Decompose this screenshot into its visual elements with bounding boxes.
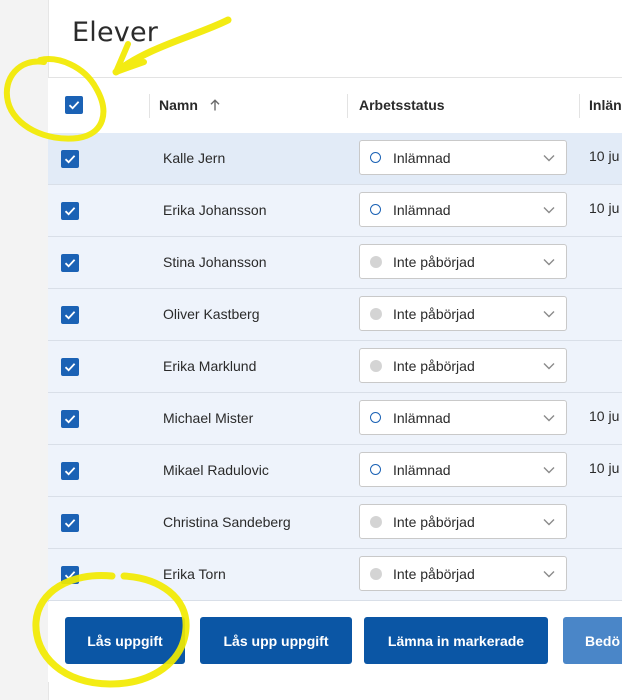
work-status-value: Inte påbörjad	[393, 358, 475, 374]
row-checkbox[interactable]	[61, 358, 79, 376]
row-checkbox[interactable]	[61, 254, 79, 272]
work-status-select[interactable]: Inte påbörjad	[359, 348, 567, 383]
column-header-submitted[interactable]: Inlän	[589, 97, 622, 113]
submitted-date: 10 ju	[589, 460, 620, 476]
checkmark-icon	[64, 415, 76, 424]
row-checkbox[interactable]	[61, 202, 79, 220]
student-name[interactable]: Christina Sandeberg	[163, 514, 291, 530]
grade-button[interactable]: Bedö	[563, 617, 622, 664]
page-title: Elever	[72, 17, 159, 48]
row-checkbox[interactable]	[61, 514, 79, 532]
student-name[interactable]: Kalle Jern	[163, 150, 225, 166]
checkmark-icon	[64, 259, 76, 268]
column-divider	[579, 94, 580, 118]
column-divider	[347, 94, 348, 118]
student-name[interactable]: Oliver Kastberg	[163, 306, 259, 322]
chevron-down-icon	[543, 207, 555, 214]
table-row[interactable]: Erika Johansson Inlämnad 10 ju	[48, 185, 622, 237]
gray-dot-icon	[370, 516, 382, 528]
circle-outline-icon	[370, 204, 381, 215]
checkmark-icon	[64, 519, 76, 528]
chevron-down-icon	[543, 415, 555, 422]
circle-outline-icon	[370, 412, 381, 423]
checkmark-icon	[64, 571, 76, 580]
chevron-down-icon	[543, 155, 555, 162]
lock-assignment-button[interactable]: Lås uppgift	[65, 617, 185, 664]
work-status-value: Inlämnad	[393, 150, 451, 166]
work-status-select[interactable]: Inlämnad	[359, 192, 567, 227]
checkmark-icon	[64, 207, 76, 216]
row-checkbox[interactable]	[61, 306, 79, 324]
student-name[interactable]: Erika Torn	[163, 566, 226, 582]
checkmark-icon	[64, 467, 76, 476]
chevron-down-icon	[543, 571, 555, 578]
student-name[interactable]: Michael Mister	[163, 410, 253, 426]
submitted-date: 10 ju	[589, 200, 620, 216]
circle-outline-icon	[370, 464, 381, 475]
circle-outline-icon	[370, 152, 381, 163]
student-name[interactable]: Erika Johansson	[163, 202, 267, 218]
row-checkbox[interactable]	[61, 150, 79, 168]
table-row[interactable]: Oliver Kastberg Inte påbörjad	[48, 289, 622, 341]
table-row[interactable]: Michael Mister Inlämnad 10 ju	[48, 393, 622, 445]
table-row[interactable]: Stina Johansson Inte påbörjad	[48, 237, 622, 289]
table-header: Namn Arbetsstatus Inlän	[48, 77, 622, 135]
student-name[interactable]: Mikael Radulovic	[163, 462, 269, 478]
table-row[interactable]: Kalle Jern Inlämnad 10 ju	[48, 133, 622, 185]
column-header-name[interactable]: Namn	[159, 97, 198, 113]
submitted-date: 10 ju	[589, 148, 620, 164]
work-status-select[interactable]: Inte påbörjad	[359, 296, 567, 331]
table-row[interactable]: Mikael Radulovic Inlämnad 10 ju	[48, 445, 622, 497]
chevron-down-icon	[543, 467, 555, 474]
work-status-value: Inlämnad	[393, 462, 451, 478]
unlock-assignment-button[interactable]: Lås upp uppgift	[200, 617, 352, 664]
row-checkbox[interactable]	[61, 410, 79, 428]
chevron-down-icon	[543, 519, 555, 526]
work-status-select[interactable]: Inte påbörjad	[359, 556, 567, 591]
work-status-select[interactable]: Inte påbörjad	[359, 244, 567, 279]
submit-selected-button[interactable]: Lämna in markerade	[364, 617, 548, 664]
gray-dot-icon	[370, 568, 382, 580]
work-status-value: Inte påbörjad	[393, 566, 475, 582]
checkmark-icon	[68, 101, 80, 110]
chevron-down-icon	[543, 259, 555, 266]
work-status-value: Inlämnad	[393, 202, 451, 218]
row-checkbox[interactable]	[61, 566, 79, 584]
column-divider	[149, 94, 150, 118]
table-row[interactable]: Erika Marklund Inte påbörjad	[48, 341, 622, 393]
table-row[interactable]: Erika Torn Inte påbörjad	[48, 549, 622, 601]
work-status-select[interactable]: Inlämnad	[359, 452, 567, 487]
work-status-select[interactable]: Inlämnad	[359, 400, 567, 435]
submitted-date: 10 ju	[589, 408, 620, 424]
gray-dot-icon	[370, 360, 382, 372]
checkmark-icon	[64, 363, 76, 372]
row-checkbox[interactable]	[61, 462, 79, 480]
work-status-value: Inte påbörjad	[393, 254, 475, 270]
gray-dot-icon	[370, 256, 382, 268]
gray-dot-icon	[370, 308, 382, 320]
table-row[interactable]: Christina Sandeberg Inte påbörjad	[48, 497, 622, 549]
student-name[interactable]: Erika Marklund	[163, 358, 256, 374]
work-status-value: Inte påbörjad	[393, 306, 475, 322]
select-all-checkbox[interactable]	[65, 96, 83, 114]
sort-ascending-icon[interactable]	[208, 98, 222, 112]
chevron-down-icon	[543, 311, 555, 318]
column-header-status[interactable]: Arbetsstatus	[359, 97, 445, 113]
work-status-value: Inlämnad	[393, 410, 451, 426]
checkmark-icon	[64, 311, 76, 320]
chevron-down-icon	[543, 363, 555, 370]
work-status-value: Inte påbörjad	[393, 514, 475, 530]
checkmark-icon	[64, 155, 76, 164]
work-status-select[interactable]: Inte påbörjad	[359, 504, 567, 539]
work-status-select[interactable]: Inlämnad	[359, 140, 567, 175]
student-name[interactable]: Stina Johansson	[163, 254, 267, 270]
